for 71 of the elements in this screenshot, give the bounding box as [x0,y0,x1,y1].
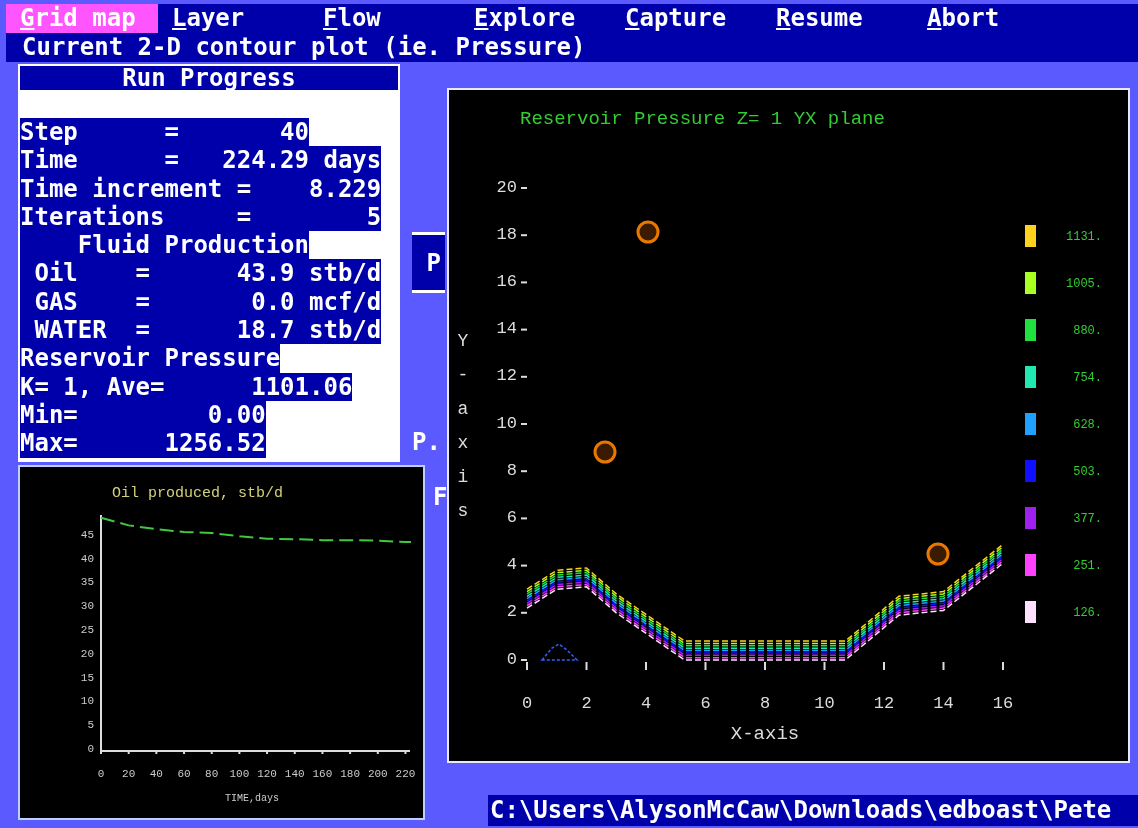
prompt-text: Current 2-D contour plot (ie. Pressure) [21,33,587,62]
tick-label: 4 [640,694,652,713]
tick-label: 40 [80,552,94,565]
tick-label: 25 [80,624,94,636]
tick-label: 10 [80,695,94,708]
tick-label: 30 [80,600,94,613]
tick-label: 10 [496,413,517,433]
tick-label: 45 [80,528,94,541]
contour-blob-drawing [540,643,579,661]
tick-label: 40 [149,768,163,780]
legend-label: 880. [1073,324,1102,338]
marker-icon [926,542,950,566]
legend-label: 1131. [1066,230,1102,244]
axis-title: X-axis [730,723,800,745]
legend-label: 1005. [1066,277,1102,291]
tick-label: 10 [814,694,835,713]
chart-title: Oil produced, stb/d [112,485,284,502]
tick-label: 8 [506,460,517,480]
tick-label: 160 [312,768,333,780]
tick-label: 6 [700,694,711,713]
tick-label: 20 [122,768,136,780]
tick-label: 0 [521,694,533,713]
obscured-text: F [433,483,448,513]
legend-label: 503. [1073,465,1102,479]
legend-label: 754. [1073,371,1102,385]
tick-label: 4 [506,555,517,575]
status-bar: C:\Users\AlysonMcCaw\Downloads\edboast\Pete [488,795,1138,826]
tick-label: 2 [506,602,517,622]
plot-title: Reservoir Pressure Z= 1 YX plane [520,108,885,130]
tick-label: 12 [496,366,517,386]
tick-label: 5 [87,719,94,732]
tick-label: 16 [496,271,517,291]
tick-label: 15 [80,671,94,684]
tick-label: 100 [229,768,250,780]
menu-item[interactable]: Flow [309,4,460,33]
tick-label: 12 [873,694,895,713]
legend-label: 126. [1073,606,1102,620]
tick-label: 35 [80,576,94,589]
tick-label: 14 [933,694,954,713]
axis-title: Y-axis [457,331,469,521]
menu-item[interactable]: Resume [762,4,913,33]
panel-title: Run Progress [20,66,398,90]
tick-label: 14 [496,319,517,339]
menu-item[interactable]: Explore [460,4,611,33]
axis-title: TIME,days [225,793,279,804]
tick-label: 120 [257,768,277,780]
tick-label: 20 [80,647,94,660]
marker-icon [636,220,660,244]
tick-label: 6 [506,507,517,527]
tick-label: 60 [177,768,191,780]
menu-item[interactable]: Layer [158,4,309,33]
legend-label: 628. [1073,418,1102,432]
obscured-text: P. [412,428,442,456]
tick-label: 0 [87,743,94,755]
tick-label: 8 [759,694,771,713]
tick-label: 200 [367,768,388,780]
tick-label: 18 [496,224,517,244]
tick-label: 80 [205,768,219,780]
tick-label: 0 [97,768,105,780]
tick-label: 2 [581,694,592,713]
tick-label: 16 [992,694,1014,713]
tick-label: 140 [284,768,305,780]
tick-label: 20 [496,177,517,197]
tick-label: 220 [395,768,416,780]
marker-icon [593,440,617,464]
legend-label: 377. [1073,512,1102,526]
tick-label: 0 [506,649,517,669]
tick-label: 180 [340,768,360,780]
menu-item[interactable]: Abort [913,4,1064,33]
menu-item[interactable]: Capture [611,4,762,33]
legend-label: 251. [1073,559,1102,573]
